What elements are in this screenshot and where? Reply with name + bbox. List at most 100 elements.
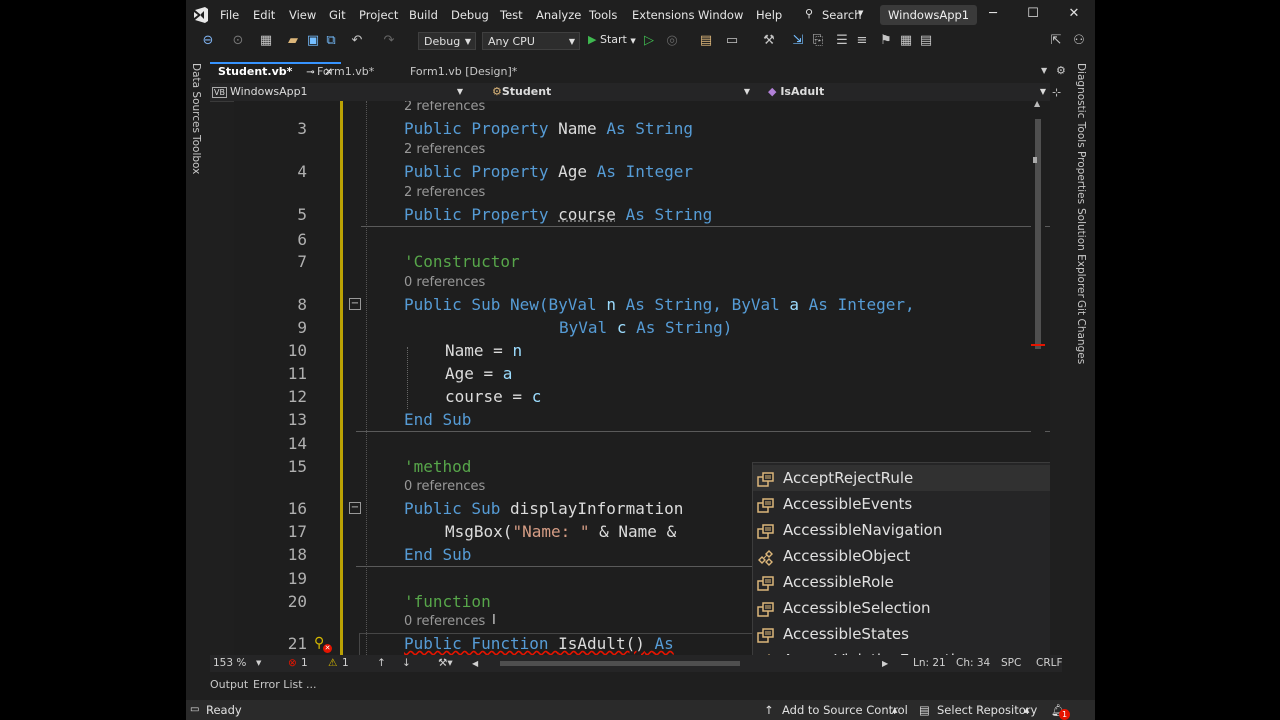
- comment-icon[interactable]: ▦: [898, 33, 914, 49]
- horizontal-scrollbar-thumb[interactable]: [500, 661, 740, 666]
- status-bar: ▭ Ready ↑ Add to Source Control ▲ ▤ Sele…: [186, 700, 1095, 720]
- class-dropdown[interactable]: ⚙Student ▼: [492, 83, 754, 101]
- code-editor[interactable]: 2 references 3 Public Property Name As S…: [234, 101, 1050, 655]
- scroll-left-icon[interactable]: ◀: [472, 655, 478, 672]
- close-button[interactable]: ✕: [1064, 6, 1084, 24]
- menu-help[interactable]: Help: [756, 8, 782, 22]
- step-icon[interactable]: ⇲: [790, 33, 806, 49]
- menu-project[interactable]: Project: [359, 8, 398, 22]
- error-list-tab[interactable]: Error List ...: [253, 678, 317, 691]
- completion-item[interactable]: AccessViolationException: [753, 647, 1050, 655]
- select-repository-button[interactable]: Select Repository: [937, 700, 1037, 720]
- indent-icon[interactable]: ☰: [834, 33, 850, 49]
- tool-icon[interactable]: ⚒: [761, 33, 777, 49]
- code-cleanup-icon[interactable]: ⚒▾: [438, 655, 453, 672]
- code-lens-references[interactable]: 0 references: [404, 275, 485, 290]
- code-line-6: 6: [234, 230, 1050, 253]
- project-dropdown[interactable]: VB WindowsApp1 ▼: [212, 83, 467, 101]
- code-lens-references[interactable]: 0 references: [404, 479, 485, 494]
- uncomment-icon[interactable]: ▤: [918, 33, 934, 49]
- properties-tab[interactable]: Properties: [1075, 151, 1087, 204]
- menu-file[interactable]: File: [220, 8, 239, 22]
- outdent-icon[interactable]: ≡: [854, 33, 870, 49]
- chevron-up-icon: ▲: [892, 706, 898, 714]
- member-dropdown[interactable]: ◆ IsAdult ▼: [768, 83, 1050, 101]
- menu-tools[interactable]: Tools: [589, 8, 617, 22]
- line-ending-mode[interactable]: CRLF: [1036, 655, 1063, 672]
- open-folder-icon[interactable]: ▰: [285, 33, 301, 49]
- search-button[interactable]: ⚲ Search ▼: [800, 4, 866, 24]
- data-sources-tab[interactable]: Data Sources: [190, 63, 202, 133]
- start-without-debugging-icon[interactable]: ▷: [641, 33, 657, 49]
- browse-icon[interactable]: ▤: [698, 33, 714, 49]
- feedback-icon[interactable]: ⚇: [1071, 33, 1087, 49]
- completion-item[interactable]: AccessibleObject: [753, 543, 1050, 569]
- code-lens-references[interactable]: 2 references: [404, 185, 485, 200]
- menu-extensions[interactable]: Extensions: [632, 8, 694, 22]
- share-icon[interactable]: ⇱: [1048, 33, 1064, 49]
- completion-item[interactable]: AccessibleEvents: [753, 491, 1050, 517]
- configuration-dropdown[interactable]: Debug ▼: [418, 32, 476, 50]
- whitespace-mode[interactable]: SPC: [1001, 655, 1021, 672]
- menu-view[interactable]: View: [289, 8, 316, 22]
- add-to-source-control-button[interactable]: Add to Source Control: [782, 700, 908, 720]
- completion-item[interactable]: AccessibleSelection: [753, 595, 1050, 621]
- start-button[interactable]: ▶ Start ▼: [588, 33, 636, 46]
- completion-item[interactable]: AcceptRejectRule: [753, 465, 1050, 491]
- output-tab[interactable]: Output: [210, 678, 248, 691]
- previous-issue-icon[interactable]: ↑: [377, 655, 386, 672]
- menu-edit[interactable]: Edit: [253, 8, 275, 22]
- chevron-down-icon: ▼: [1039, 87, 1046, 96]
- toolbox-tab[interactable]: Toolbox: [190, 135, 202, 174]
- minimize-button[interactable]: ─: [983, 6, 1003, 24]
- chevron-down-icon[interactable]: ▼: [256, 655, 261, 672]
- code-text: MsgBox("Name: " & Name &: [445, 522, 677, 541]
- warning-count[interactable]: 1: [342, 655, 349, 672]
- back-icon[interactable]: ⊖: [200, 33, 216, 49]
- scroll-up-icon[interactable]: ▲: [1034, 101, 1040, 108]
- menu-git[interactable]: Git: [329, 8, 346, 22]
- zoom-level[interactable]: 153 %: [213, 655, 246, 672]
- scrollbar-thumb[interactable]: [1035, 119, 1041, 349]
- new-project-icon[interactable]: ▦: [258, 33, 274, 49]
- code-lens-references[interactable]: 0 references: [404, 614, 485, 629]
- tab-form1-vb[interactable]: Form1.vb*: [309, 62, 382, 82]
- save-all-icon[interactable]: ⧉: [323, 33, 339, 49]
- forward-icon[interactable]: ⊙: [230, 33, 246, 49]
- split-editor-icon[interactable]: ⊹: [1052, 86, 1061, 99]
- layout-icon[interactable]: ▭: [724, 33, 740, 49]
- error-count[interactable]: 1: [301, 655, 308, 672]
- maximize-button[interactable]: ☐: [1023, 6, 1043, 24]
- scroll-right-icon[interactable]: ▶: [882, 655, 888, 672]
- tab-overflow-icon[interactable]: ▼: [1041, 66, 1047, 75]
- platform-dropdown[interactable]: Any CPU ▼: [482, 32, 580, 50]
- hot-reload-icon[interactable]: ◎: [664, 33, 680, 49]
- menu-test[interactable]: Test: [500, 8, 523, 22]
- chevron-down-icon: ▼: [743, 87, 750, 96]
- collapse-toggle-icon[interactable]: −: [349, 502, 361, 514]
- chevron-down-icon: ▼: [630, 37, 636, 45]
- next-issue-icon[interactable]: ↓: [402, 655, 411, 672]
- line-number: 5: [297, 205, 307, 224]
- undo-icon[interactable]: ↶: [349, 33, 365, 49]
- git-changes-tab[interactable]: Git Changes: [1075, 300, 1087, 364]
- menu-analyze[interactable]: Analyze: [536, 8, 581, 22]
- intellisense-popup[interactable]: AcceptRejectRule AccessibleEvents Accessib…: [752, 462, 1050, 655]
- bookmark-icon[interactable]: ⚑: [878, 33, 894, 49]
- settings-gear-icon[interactable]: ⚙: [1056, 64, 1066, 77]
- completion-item[interactable]: AccessibleNavigation: [753, 517, 1050, 543]
- menu-window[interactable]: Window: [698, 8, 743, 22]
- menu-debug[interactable]: Debug: [451, 8, 489, 22]
- completion-item[interactable]: AccessibleStates: [753, 621, 1050, 647]
- solution-explorer-tab[interactable]: Solution Explorer: [1075, 208, 1087, 298]
- diagnostic-tools-tab[interactable]: Diagnostic Tools: [1075, 63, 1087, 148]
- redo-icon[interactable]: ↷: [381, 33, 397, 49]
- code-lens-references[interactable]: 2 references: [404, 101, 485, 114]
- menu-build[interactable]: Build: [409, 8, 438, 22]
- collapse-toggle-icon[interactable]: −: [349, 298, 361, 310]
- code-lens-references[interactable]: 2 references: [404, 142, 485, 157]
- save-icon[interactable]: ▣: [305, 33, 321, 49]
- tab-form1-design[interactable]: Form1.vb [Design]*: [402, 62, 525, 82]
- bookmark-toggle-icon[interactable]: ⎘: [810, 33, 826, 49]
- completion-item[interactable]: AccessibleRole: [753, 569, 1050, 595]
